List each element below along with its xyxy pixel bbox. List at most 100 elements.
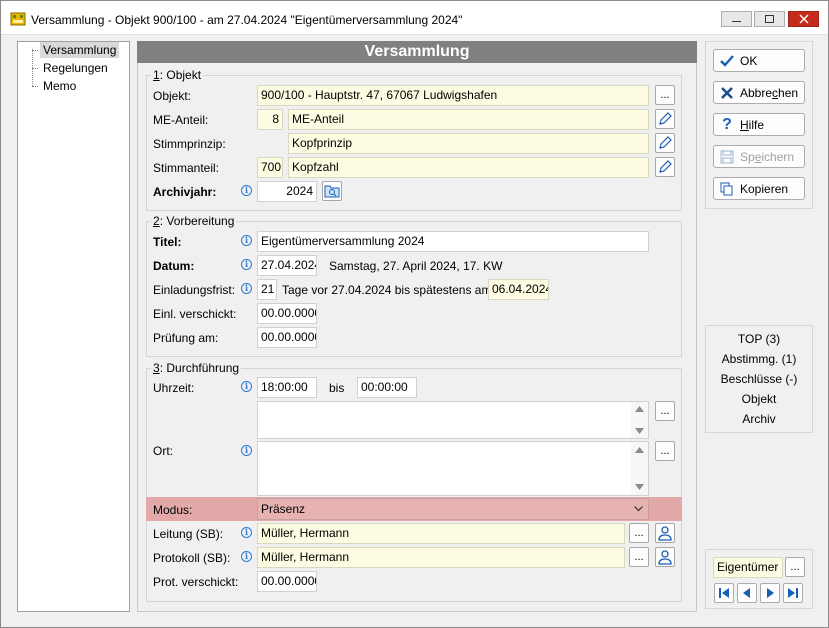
- info-icon[interactable]: i: [241, 551, 252, 562]
- me-anteil-edit-button[interactable]: [655, 109, 675, 129]
- ok-button[interactable]: OK: [713, 49, 805, 72]
- application-window: Versammlung - Objekt 900/100 - am 27.04.…: [0, 0, 829, 628]
- objekt-field[interactable]: 900/100 - Hauptstr. 47, 67067 Ludwigshaf…: [257, 85, 649, 106]
- close-button[interactable]: [788, 11, 819, 27]
- tree-item-label: Versammlung: [40, 42, 120, 58]
- einl-verschickt-field[interactable]: 00.00.0000: [257, 303, 317, 324]
- tree-item-versammlung[interactable]: Versammlung: [32, 42, 120, 59]
- speichern-label: Speichern: [740, 149, 795, 164]
- kopieren-button[interactable]: Kopieren: [713, 177, 805, 200]
- stimmanteil-field[interactable]: 700: [257, 157, 283, 178]
- ellipsis-icon: ...: [790, 561, 800, 573]
- abbrechen-button[interactable]: Abbrechen: [713, 81, 805, 104]
- ort-label: Ort:: [153, 444, 173, 458]
- ellipsis-icon: ...: [660, 405, 670, 417]
- info-icon[interactable]: i: [241, 527, 252, 538]
- app-icon: [10, 12, 26, 26]
- scrollbar[interactable]: [631, 442, 648, 495]
- datum-weekday-text: Samstag, 27. April 2024, 17. KW: [329, 259, 503, 273]
- protokoll-field[interactable]: Müller, Hermann: [257, 547, 625, 568]
- stimmanteil-label: Stimmanteil:: [153, 161, 220, 175]
- cancel-x-icon: [721, 86, 733, 99]
- stimmprinzip-edit-button[interactable]: [655, 133, 675, 153]
- prot-verschickt-field[interactable]: 00.00.0000: [257, 571, 317, 592]
- info-icon[interactable]: i: [241, 185, 252, 196]
- info-icon[interactable]: i: [241, 381, 252, 392]
- einladungsfrist-date: 06.04.2024: [488, 279, 549, 300]
- datum-field[interactable]: 27.04.2024: [257, 255, 317, 276]
- protokoll-lookup-button[interactable]: ...: [629, 547, 649, 567]
- einladungsfrist-text: Tage vor 27.04.2024 bis spätestens am: [282, 283, 492, 297]
- minimize-button[interactable]: [721, 11, 752, 27]
- tree-item-label: Regelungen: [43, 61, 108, 75]
- protokoll-person-button[interactable]: [655, 547, 675, 567]
- me-anteil-field[interactable]: 8: [257, 109, 283, 130]
- leitung-lookup-button[interactable]: ...: [629, 523, 649, 543]
- ellipsis-icon: ...: [660, 445, 670, 457]
- navigator-lookup-button[interactable]: ...: [785, 557, 805, 577]
- titel-field[interactable]: Eigentümerversammlung 2024: [257, 231, 649, 252]
- datum-label: Datum:: [153, 259, 195, 273]
- navigator-field[interactable]: Eigentümer: [713, 557, 783, 578]
- ort-lookup-button[interactable]: ...: [655, 441, 675, 461]
- nav-prev-button[interactable]: [737, 583, 757, 603]
- link-abstimmung[interactable]: Abstimmg. (1): [705, 352, 813, 366]
- close-icon: [799, 14, 808, 24]
- next-record-icon: [767, 588, 774, 598]
- tree-item-label: Memo: [43, 79, 77, 93]
- scroll-down-icon[interactable]: [635, 428, 644, 434]
- group-vorbereitung-title: 2: Vorbereitung: [151, 214, 237, 228]
- hilfe-button[interactable]: ? Hilfe: [713, 113, 805, 136]
- pencil-icon: [659, 136, 672, 149]
- ort-line1-textarea[interactable]: [257, 401, 649, 439]
- tree-item-memo[interactable]: Memo: [32, 79, 79, 95]
- leitung-field[interactable]: Müller, Hermann: [257, 523, 625, 544]
- archivjahr-browse-button[interactable]: [322, 181, 342, 201]
- nav-next-button[interactable]: [760, 583, 780, 603]
- scroll-up-icon[interactable]: [635, 406, 644, 412]
- ort-textarea[interactable]: [257, 441, 649, 496]
- info-icon[interactable]: i: [241, 259, 252, 270]
- uhrzeit-bis-label: bis: [329, 381, 345, 395]
- uhrzeit-from-field[interactable]: 18:00:00: [257, 377, 317, 398]
- person-icon: [658, 550, 672, 565]
- maximize-button[interactable]: [754, 11, 785, 27]
- einladungsfrist-field[interactable]: 21: [257, 279, 277, 300]
- link-top[interactable]: TOP (3): [705, 332, 813, 346]
- link-archiv[interactable]: Archiv: [705, 412, 813, 426]
- link-objekt[interactable]: Objekt: [705, 392, 813, 406]
- archivjahr-label: Archivjahr:: [153, 185, 217, 199]
- modus-select[interactable]: Präsenz: [257, 498, 649, 520]
- tree-item-regelungen[interactable]: Regelungen: [32, 61, 111, 77]
- person-icon: [658, 526, 672, 541]
- uhrzeit-to-field[interactable]: 00:00:00: [357, 377, 417, 398]
- scrollbar[interactable]: [631, 402, 648, 438]
- info-icon[interactable]: i: [241, 235, 252, 246]
- window-title: Versammlung - Objekt 900/100 - am 27.04.…: [31, 13, 463, 27]
- link-beschluesse[interactable]: Beschlüsse (-): [705, 372, 813, 386]
- einl-verschickt-label: Einl. verschickt:: [153, 307, 237, 321]
- leitung-person-button[interactable]: [655, 523, 675, 543]
- title-bar[interactable]: Versammlung - Objekt 900/100 - am 27.04.…: [1, 1, 828, 35]
- scroll-down-icon[interactable]: [635, 484, 644, 490]
- group-objekt-title: 1: Objekt: [151, 68, 204, 82]
- chevron-down-icon: [634, 506, 643, 512]
- nav-first-button[interactable]: [714, 583, 734, 603]
- group-durchfuehrung-title: 3: Durchführung: [151, 361, 242, 375]
- pruefung-label: Prüfung am:: [153, 331, 219, 345]
- info-icon[interactable]: i: [241, 445, 252, 456]
- stimmanteil-edit-button[interactable]: [655, 157, 675, 177]
- pruefung-field[interactable]: 00.00.0000: [257, 327, 317, 348]
- nav-last-button[interactable]: [783, 583, 803, 603]
- last-record-icon: [788, 588, 798, 598]
- ellipsis-icon: ...: [634, 527, 644, 539]
- info-icon[interactable]: i: [241, 283, 252, 294]
- objekt-label: Objekt:: [153, 89, 192, 103]
- ellipsis-icon: ...: [660, 89, 670, 101]
- speichern-button[interactable]: Speichern: [713, 145, 805, 168]
- ort-line1-lookup-button[interactable]: ...: [655, 401, 675, 421]
- objekt-lookup-button[interactable]: ...: [655, 85, 675, 105]
- abbrechen-label: Abbrechen: [740, 85, 799, 100]
- archivjahr-field[interactable]: 2024: [257, 181, 317, 202]
- scroll-up-icon[interactable]: [635, 447, 644, 453]
